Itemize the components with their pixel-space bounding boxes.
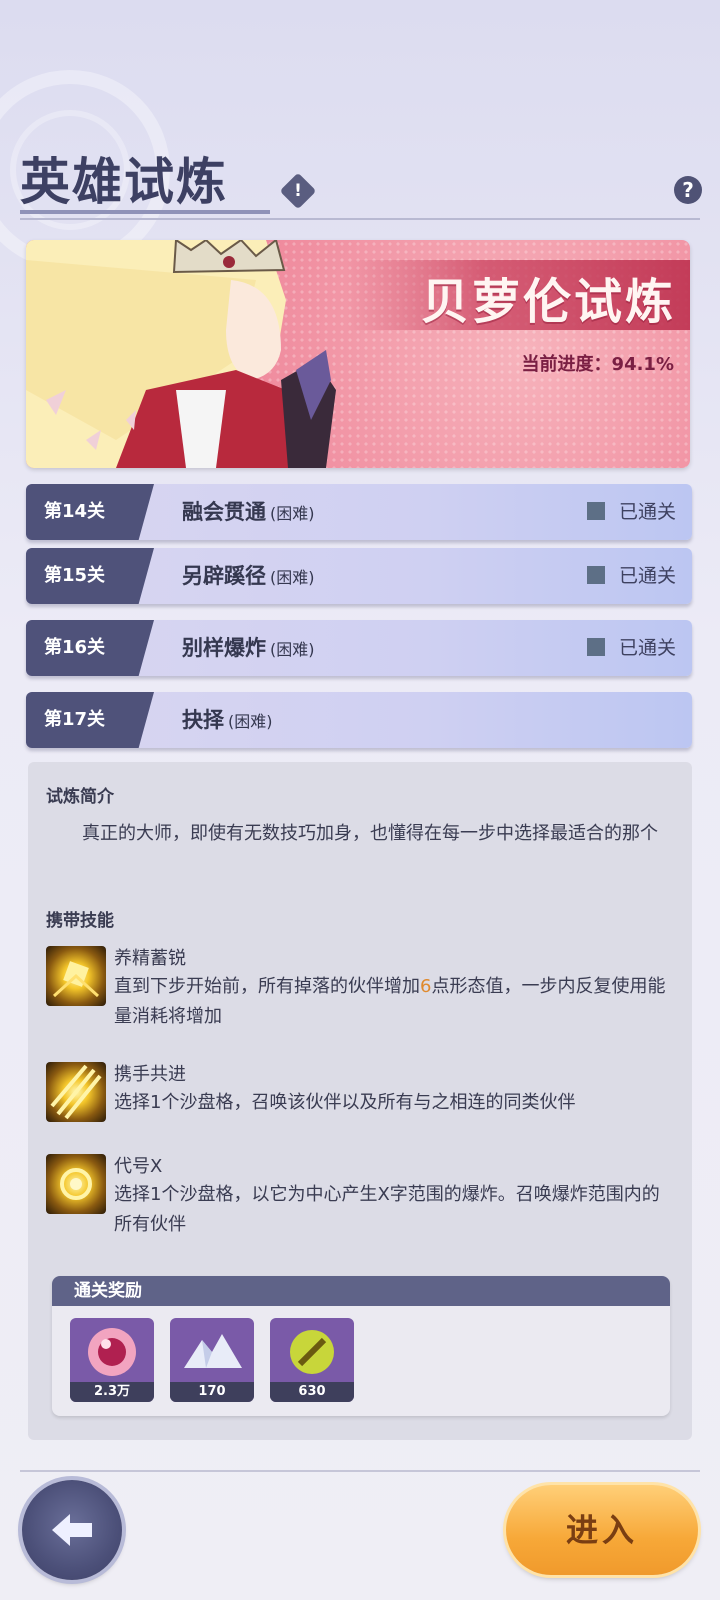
enter-button-label: 进入: [565, 1511, 638, 1549]
enter-button[interactable]: 进入: [506, 1485, 698, 1575]
stage-number: 第16关: [26, 620, 154, 676]
reward-count: 630: [270, 1382, 354, 1402]
stage-difficulty: (困难): [228, 712, 273, 731]
stage-status: 已通关: [586, 548, 676, 604]
page-header: 英雄试炼 ! ?: [0, 130, 720, 230]
stage-row-15[interactable]: 第15关 另辟蹊径 (困难) 已通关: [26, 548, 692, 604]
skill-claws-icon: [46, 1062, 106, 1122]
reward-count: 170: [170, 1382, 254, 1402]
crystal-pile-icon: [184, 1334, 242, 1368]
intro-text: 真正的大师，即使有无数技巧加身，也懂得在每一步中选择最适合的那个: [46, 823, 658, 844]
stage-name: 融会贯通 (困难): [182, 499, 315, 524]
progress-value: 94.1%: [611, 354, 674, 375]
stage-name: 另辟蹊径 (困难): [182, 563, 315, 588]
banner-title: 贝萝伦试炼: [420, 274, 676, 330]
skill-description: 选择1个沙盘格，以它为中心产生X字范围的爆炸。召唤爆炸范围内的所有伙伴: [114, 1184, 660, 1235]
pink-orb-icon: [88, 1328, 136, 1376]
reward-item[interactable]: 630: [270, 1318, 354, 1402]
stage-name: 抉择 (困难): [182, 707, 273, 732]
skill-name: 代号X: [114, 1156, 163, 1177]
stage-status: 已通关: [586, 620, 676, 676]
progress-label: 当前进度：: [521, 354, 612, 375]
stage-name: 别样爆炸 (困难): [182, 635, 315, 660]
skill-energy-icon: [46, 946, 106, 1006]
progress-text: 当前进度：94.1%: [522, 350, 674, 376]
skill-description: 直到下步开始前，所有掉落的伙伴增加6点形态值，一步内反复使用能量消耗将增加: [114, 976, 666, 1027]
reward-count: 2.3万: [70, 1382, 154, 1402]
cleared-check-icon: [586, 502, 605, 520]
skill-name: 养精蓄锐: [114, 948, 186, 969]
skill-x-blast-icon: [46, 1154, 106, 1214]
back-arrow-icon: [52, 1514, 92, 1546]
gold-sword-orb-icon: [290, 1330, 334, 1374]
rewards-title: 通关奖励: [52, 1276, 670, 1306]
stage-row-14[interactable]: 第14关 融会贯通 (困难) 已通关: [26, 484, 692, 540]
stage-row-17[interactable]: 第17关 抉择 (困难): [26, 692, 692, 748]
stage-row-16[interactable]: 第16关 别样爆炸 (困难) 已通关: [26, 620, 692, 676]
cleared-check-icon: [586, 638, 605, 656]
stage-difficulty: (困难): [270, 640, 315, 659]
footer-divider: [20, 1470, 700, 1472]
skill-name: 携手共进: [114, 1064, 186, 1085]
back-button[interactable]: [22, 1480, 122, 1580]
trial-info-panel: 试炼简介 真正的大师，即使有无数技巧加身，也懂得在每一步中选择最适合的那个 携带…: [28, 762, 692, 1440]
stage-number: 第17关: [26, 692, 154, 748]
stage-difficulty: (困难): [270, 504, 315, 523]
character-portrait: [26, 240, 336, 468]
skills-title: 携带技能: [46, 911, 114, 931]
alert-icon[interactable]: !: [279, 172, 317, 210]
reward-item[interactable]: 170: [170, 1318, 254, 1402]
title-divider: [20, 218, 700, 220]
cleared-check-icon: [586, 566, 605, 584]
reward-item[interactable]: 2.3万: [70, 1318, 154, 1402]
stage-status: 已通关: [586, 484, 676, 540]
help-icon[interactable]: ?: [674, 176, 702, 204]
page-title: 英雄试炼: [20, 152, 228, 211]
stage-number: 第15关: [26, 548, 154, 604]
title-accent-line: [20, 210, 270, 214]
skill-description: 选择1个沙盘格，召唤该伙伴以及所有与之相连的同类伙伴: [114, 1092, 576, 1113]
intro-title: 试炼简介: [46, 787, 114, 807]
stage-number: 第14关: [26, 484, 154, 540]
stage-difficulty: (困难): [270, 568, 315, 587]
trial-banner: 贝萝伦试炼 当前进度：94.1%: [26, 240, 690, 468]
rewards-box: 通关奖励 2.3万 170 630: [52, 1276, 670, 1416]
